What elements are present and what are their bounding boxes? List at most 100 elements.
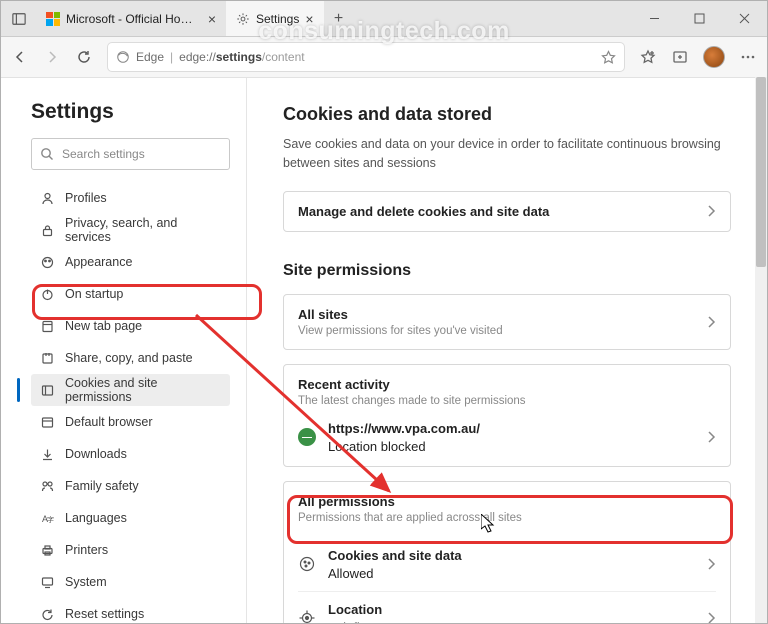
brush-icon <box>39 254 55 270</box>
window-controls <box>632 1 767 36</box>
site-favicon-icon: — <box>298 428 316 446</box>
sidebar-item-profiles[interactable]: Profiles <box>31 182 230 214</box>
sidebar-item-label: Default browser <box>65 415 153 429</box>
card-subtitle: View permissions for sites you've visite… <box>298 325 694 337</box>
sidebar-item-label: Cookies and site permissions <box>65 376 222 404</box>
close-icon[interactable]: × <box>305 12 313 26</box>
cookie-icon <box>298 555 316 573</box>
profile-avatar[interactable] <box>703 46 725 68</box>
sidebar-item-reset[interactable]: Reset settings <box>31 598 230 623</box>
maximize-button[interactable] <box>677 1 722 36</box>
sidebar-item-privacy[interactable]: Privacy, search, and services <box>31 214 230 246</box>
tab-microsoft[interactable]: Microsoft - Official Home Page × <box>36 1 226 36</box>
tab-settings[interactable]: Settings × <box>226 1 324 36</box>
sidebar-item-label: Languages <box>65 511 127 525</box>
close-icon[interactable]: × <box>208 12 216 26</box>
profile-icon <box>39 190 55 206</box>
chevron-right-icon <box>706 611 716 623</box>
sidebar-item-family[interactable]: Family safety <box>31 470 230 502</box>
window: Microsoft - Official Home Page × Setting… <box>0 0 768 624</box>
all-perms-sub: Permissions that are applied across all … <box>298 512 716 524</box>
sidebar-item-label: Privacy, search, and services <box>65 216 222 244</box>
sidebar-item-label: On startup <box>65 287 123 301</box>
search-icon <box>40 147 54 161</box>
collections-button[interactable] <box>671 48 689 66</box>
sidebar-item-label: Appearance <box>65 255 132 269</box>
tab-label: Settings <box>256 12 299 26</box>
sidebar-item-cookies[interactable]: Cookies and site permissions <box>31 374 230 406</box>
edge-icon <box>116 50 130 64</box>
perm-title: Location <box>328 602 694 617</box>
sidebar-item-label: Share, copy, and paste <box>65 351 193 365</box>
sidebar: Settings Search settings Profiles Privac… <box>1 78 247 623</box>
cookies-desc: Save cookies and data on your device in … <box>283 135 731 173</box>
close-button[interactable] <box>722 1 767 36</box>
forward-button[interactable] <box>43 48 61 66</box>
sidebar-item-label: System <box>65 575 107 589</box>
recent-site-item[interactable]: — https://www.vpa.com.au/ Location block… <box>298 421 716 454</box>
microsoft-favicon-icon <box>46 12 60 26</box>
gear-icon <box>236 12 250 26</box>
power-icon <box>39 286 55 302</box>
site-host: https://www.vpa.com.au/ <box>328 421 694 436</box>
minimize-button[interactable] <box>632 1 677 36</box>
site-permissions-heading: Site permissions <box>283 262 731 280</box>
tab-label: Microsoft - Official Home Page <box>66 12 202 26</box>
recent-title: Recent activity <box>298 377 716 392</box>
toolbar: Edge | edge://settings/content <box>1 37 767 78</box>
browser-icon <box>39 414 55 430</box>
scroll-thumb[interactable] <box>756 77 766 267</box>
sidebar-item-label: Downloads <box>65 447 127 461</box>
new-tab-button[interactable]: + <box>324 1 354 36</box>
recent-activity-block: Recent activity The latest changes made … <box>283 364 731 467</box>
sidebar-item-label: Family safety <box>65 479 139 493</box>
settings-heading: Settings <box>31 100 230 124</box>
sidebar-item-languages[interactable]: A字 Languages <box>31 502 230 534</box>
scrollbar[interactable] <box>755 77 767 623</box>
chevron-right-icon <box>706 557 716 571</box>
address-bar[interactable]: Edge | edge://settings/content <box>107 42 625 72</box>
search-input[interactable]: Search settings <box>31 138 230 170</box>
main-panel: Cookies and data stored Save cookies and… <box>247 78 767 623</box>
card-title: Manage and delete cookies and site data <box>298 204 694 219</box>
all-sites-card[interactable]: All sites View permissions for sites you… <box>283 294 731 350</box>
sidebar-item-label: Printers <box>65 543 108 557</box>
download-icon <box>39 446 55 462</box>
language-icon: A字 <box>39 510 55 526</box>
sidebar-item-label: Profiles <box>65 191 107 205</box>
all-perms-title: All permissions <box>298 494 716 509</box>
page-icon <box>39 318 55 334</box>
tab-actions-icon[interactable] <box>1 1 36 36</box>
card-title: All sites <box>298 307 694 322</box>
share-icon <box>39 350 55 366</box>
refresh-button[interactable] <box>75 48 93 66</box>
back-button[interactable] <box>11 48 29 66</box>
location-icon <box>298 609 316 623</box>
divider: | <box>170 50 173 64</box>
sidebar-item-downloads[interactable]: Downloads <box>31 438 230 470</box>
recent-sub: The latest changes made to site permissi… <box>298 395 716 407</box>
sidebar-item-system[interactable]: System <box>31 566 230 598</box>
search-placeholder: Search settings <box>62 147 145 161</box>
sidebar-item-newtab[interactable]: New tab page <box>31 310 230 342</box>
chevron-right-icon <box>706 430 716 444</box>
sidebar-item-printers[interactable]: Printers <box>31 534 230 566</box>
sidebar-item-share[interactable]: Share, copy, and paste <box>31 342 230 374</box>
favorite-icon[interactable] <box>601 50 616 65</box>
all-permissions-block: All permissions Permissions that are app… <box>283 481 731 624</box>
site-status: Location blocked <box>328 439 694 454</box>
sidebar-item-startup[interactable]: On startup <box>31 278 230 310</box>
perm-cookies[interactable]: Cookies and site dataAllowed <box>298 538 716 591</box>
perm-location[interactable]: LocationAsk first <box>298 591 716 624</box>
manage-cookies-card[interactable]: Manage and delete cookies and site data <box>283 191 731 232</box>
favorites-button[interactable] <box>639 48 657 66</box>
permissions-icon <box>39 382 55 398</box>
sidebar-item-label: New tab page <box>65 319 142 333</box>
printer-icon <box>39 542 55 558</box>
sidebar-item-defaultbrowser[interactable]: Default browser <box>31 406 230 438</box>
more-button[interactable] <box>739 48 757 66</box>
sidebar-item-appearance[interactable]: Appearance <box>31 246 230 278</box>
url-path: edge://settings/content <box>179 50 304 64</box>
sidebar-item-label: Reset settings <box>65 607 144 621</box>
content: Settings Search settings Profiles Privac… <box>1 78 767 623</box>
